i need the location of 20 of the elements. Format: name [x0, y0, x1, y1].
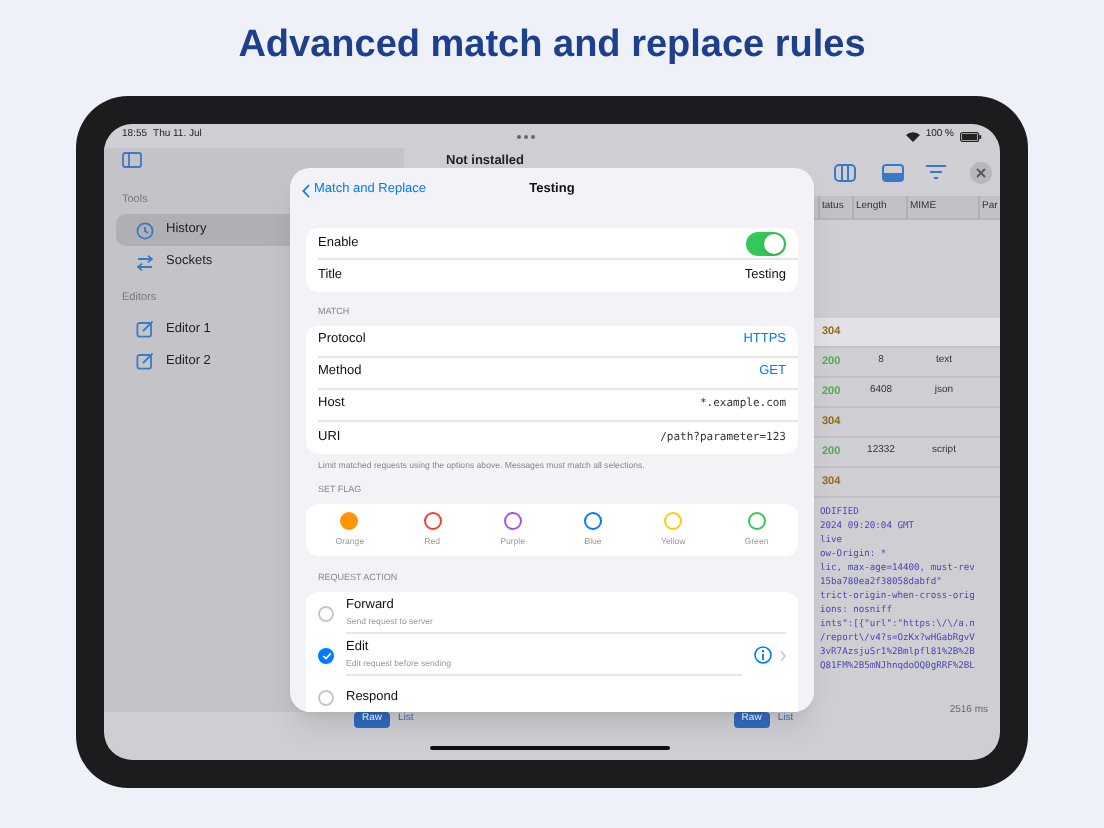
edit-icon	[136, 320, 154, 338]
filter-icon[interactable]	[926, 164, 946, 180]
wifi-icon	[905, 131, 920, 141]
toggle-switch[interactable]	[746, 231, 786, 255]
edit-icon	[136, 352, 154, 370]
battery-icon	[960, 131, 982, 141]
radio-button[interactable]	[318, 647, 334, 664]
info-icon[interactable]	[754, 646, 772, 665]
chevron-left-icon	[302, 183, 310, 197]
columns-icon[interactable]	[834, 163, 856, 181]
radio-button[interactable]	[318, 689, 334, 706]
clock-icon	[136, 221, 154, 240]
headline: Advanced match and replace rules	[238, 22, 866, 70]
chevron-right-icon	[780, 649, 786, 662]
swap-arrows-icon	[136, 253, 154, 272]
panel-icon[interactable]	[882, 163, 904, 181]
multitask-dots-icon	[515, 133, 536, 139]
sidebar-toggle-icon	[122, 152, 142, 168]
close-icon[interactable]	[970, 161, 992, 183]
radio-button[interactable]	[318, 605, 334, 622]
